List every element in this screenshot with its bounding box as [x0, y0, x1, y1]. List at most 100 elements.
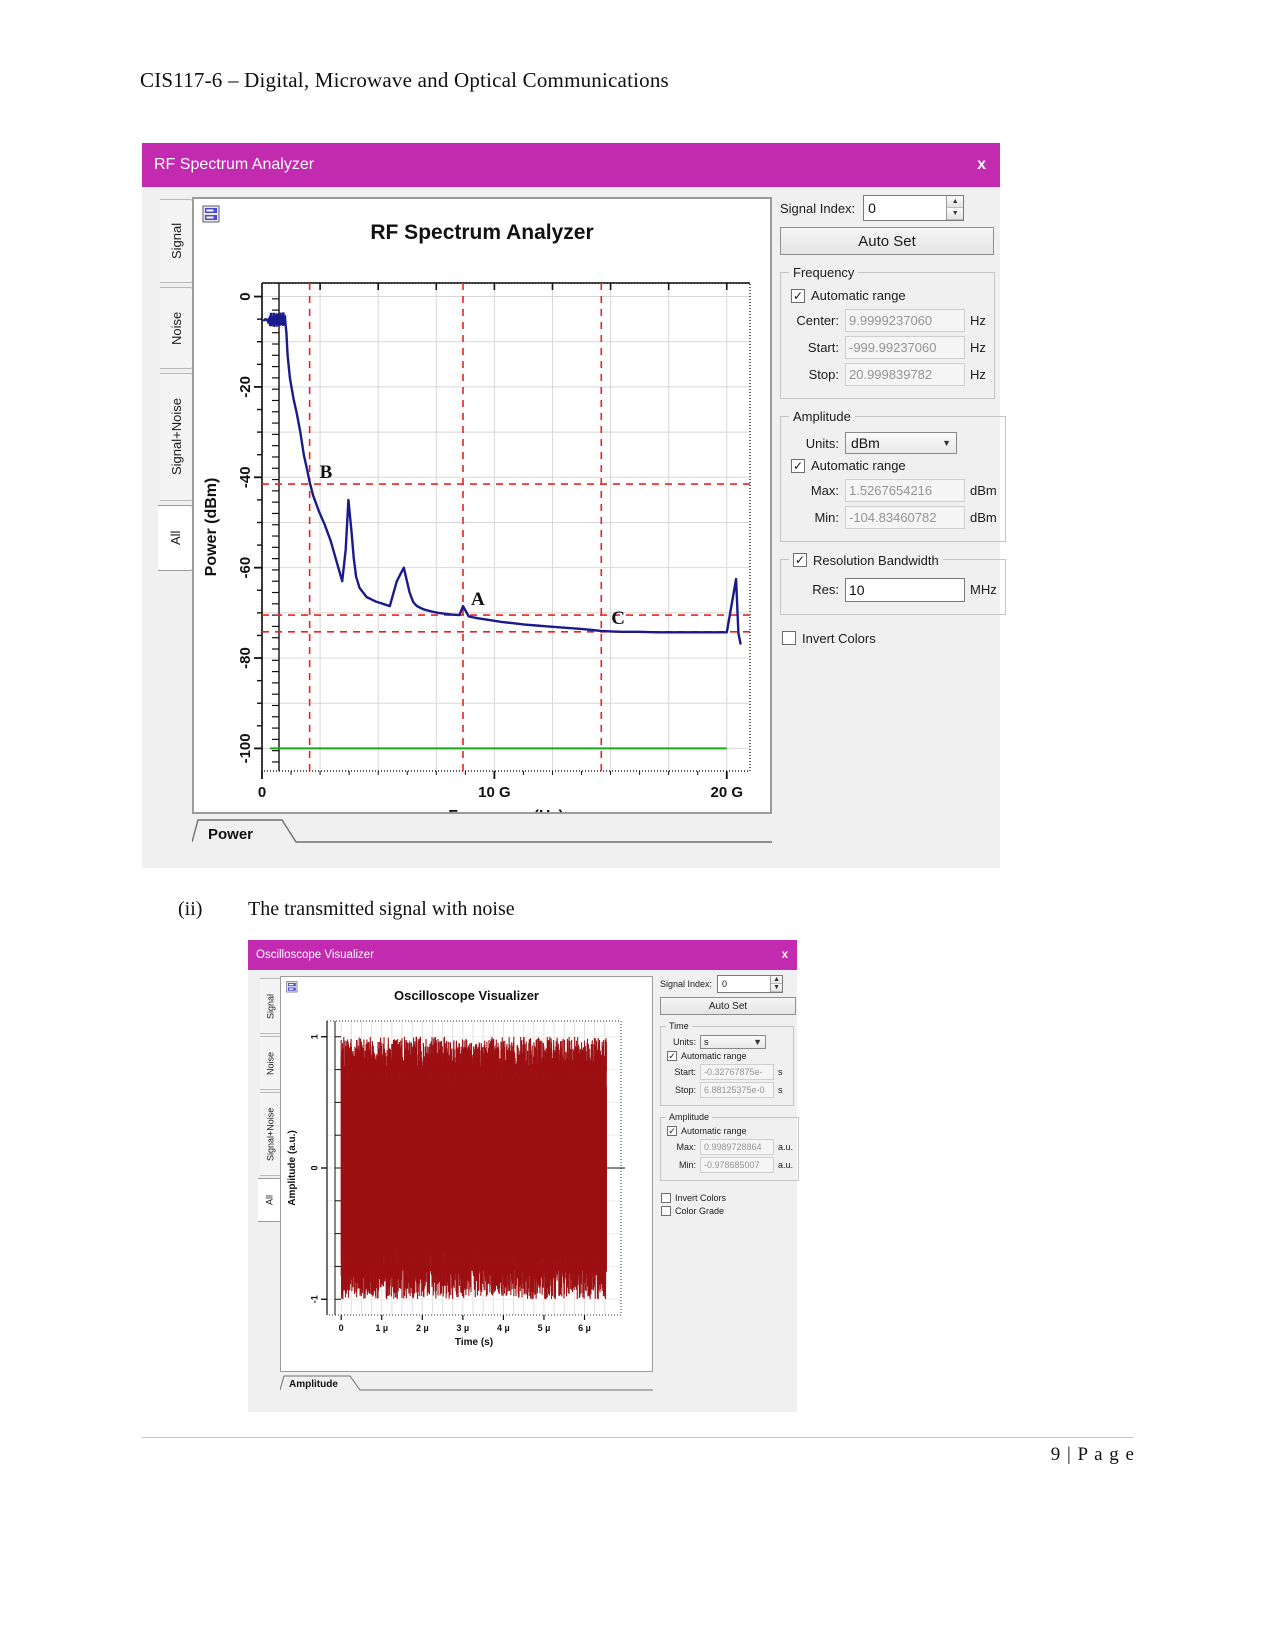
power-tab[interactable]: Power — [192, 814, 772, 844]
amplitude-auto-range-checkbox[interactable]: ✓ Automatic range — [791, 458, 997, 473]
svg-text:4 µ: 4 µ — [497, 1323, 510, 1333]
start-input[interactable] — [845, 336, 965, 359]
stop-input[interactable] — [845, 363, 965, 386]
start-label: Start: — [807, 340, 839, 355]
min-input[interactable] — [845, 506, 965, 529]
sidebar-item-all[interactable]: All — [158, 505, 194, 571]
sidebar-item-label: Signal+Noise — [265, 1107, 276, 1161]
svg-text:0: 0 — [258, 784, 266, 801]
checkbox-label: Automatic range — [811, 288, 906, 303]
checkbox-box[interactable] — [661, 1193, 671, 1203]
checkbox-box[interactable]: ✓ — [791, 458, 805, 473]
osc-window-title: Oscilloscope Visualizer — [256, 949, 375, 961]
close-icon[interactable]: x — [977, 156, 986, 174]
stop-unit: s — [778, 1085, 783, 1095]
caption-number: (ii) — [178, 898, 203, 920]
checkbox-box[interactable] — [661, 1206, 671, 1216]
sidebar-item-all[interactable]: All — [258, 1178, 282, 1222]
svg-text:-100: -100 — [237, 733, 254, 763]
units-label: Units: — [805, 435, 839, 451]
osc-color-grade-checkbox[interactable]: Color Grade — [661, 1206, 794, 1216]
spinner-down-icon[interactable]: ▼ — [947, 208, 964, 220]
sidebar-item-label: Signal — [265, 993, 276, 1019]
res-label: Res: — [812, 582, 839, 597]
resolution-bandwidth-group: ✓ Resolution Bandwidth Res: MHz — [780, 552, 1006, 615]
max-input[interactable] — [700, 1139, 774, 1155]
max-input[interactable] — [845, 479, 965, 502]
frequency-auto-range-checkbox[interactable]: ✓ Automatic range — [791, 288, 986, 303]
signal-index-input[interactable] — [718, 976, 771, 992]
max-unit: dBm — [970, 483, 997, 498]
res-input[interactable] — [845, 577, 965, 602]
center-input[interactable] — [845, 309, 965, 332]
checkbox-box[interactable] — [782, 631, 796, 645]
min-label: Min: — [814, 510, 839, 525]
checkbox-box[interactable]: ✓ — [667, 1126, 677, 1136]
svg-text:Frequency (Hz): Frequency (Hz) — [448, 808, 564, 812]
oscilloscope-visualizer-window: Oscilloscope Visualizer x Signal Noise S… — [248, 940, 800, 1412]
units-select[interactable]: s ▼ — [700, 1035, 766, 1049]
page-number: 9 | P a g e — [1050, 1444, 1135, 1465]
caption-text: The transmitted signal with noise — [248, 898, 515, 920]
sidebar-item-signal-plus-noise[interactable]: Signal+Noise — [160, 373, 194, 501]
amplitude-tab[interactable]: Amplitude — [280, 1372, 653, 1392]
start-unit: s — [778, 1067, 783, 1077]
stop-unit: Hz — [970, 367, 986, 382]
footer-divider — [142, 1437, 1134, 1438]
stop-input[interactable] — [700, 1082, 774, 1098]
signal-index-stepper[interactable]: ▲ ▼ — [863, 195, 965, 221]
rf-invert-colors-checkbox[interactable]: Invert Colors — [782, 631, 992, 646]
checkbox-label: Automatic range — [681, 1126, 747, 1136]
svg-text:-20: -20 — [237, 376, 254, 398]
osc-window-body: Signal Noise Signal+Noise All Oscillosco… — [248, 970, 800, 1412]
sidebar-item-label: Noise — [265, 1051, 276, 1075]
amplitude-max-field: Max: a.u. — [666, 1139, 793, 1155]
start-input[interactable] — [700, 1064, 774, 1080]
units-label: Units: — [672, 1037, 696, 1047]
spinner-buttons[interactable]: ▲ ▼ — [770, 976, 783, 992]
sidebar-item-noise[interactable]: Noise — [160, 287, 194, 369]
page-title: CIS117-6 – Digital, Microwave and Optica… — [140, 68, 669, 92]
time-start-field: Start: s — [666, 1064, 788, 1080]
close-icon[interactable]: x — [782, 949, 788, 961]
chevron-down-icon: ▼ — [753, 1037, 762, 1047]
amplitude-group: Amplitude Units: dBm ▼ ✓ Automatic range — [780, 409, 1006, 542]
units-select[interactable]: dBm ▼ — [845, 432, 957, 454]
rf-spectrum-chart: 0 -20 -40 -60 -80 -100 0 10 G 20 G Frequency (Hz)… — [203, 282, 751, 812]
resolution-bandwidth-checkbox[interactable]: ✓ — [793, 553, 807, 567]
auto-set-button[interactable]: Auto Set — [660, 997, 796, 1015]
sidebar-item-label: Signal — [169, 222, 184, 260]
signal-index-input[interactable] — [864, 196, 947, 220]
spinner-buttons[interactable]: ▲ ▼ — [946, 196, 964, 220]
sidebar-item-signal-plus-noise[interactable]: Signal+Noise — [260, 1092, 282, 1176]
sidebar-item-noise[interactable]: Noise — [260, 1036, 282, 1090]
stop-label: Stop: — [674, 1085, 696, 1095]
spinner-down-icon[interactable]: ▼ — [771, 984, 783, 992]
checkbox-box[interactable]: ✓ — [667, 1051, 677, 1061]
signal-index-stepper[interactable]: ▲ ▼ — [717, 975, 784, 993]
sidebar-item-signal[interactable]: Signal — [160, 199, 194, 283]
svg-text:0: 0 — [237, 292, 254, 300]
checkbox-box[interactable]: ✓ — [791, 288, 805, 303]
amplitude-auto-range-checkbox[interactable]: ✓ Automatic range — [667, 1126, 793, 1136]
rf-plot-frame: RF Spectrum Analyzer 0 -20 -40 -60 -80 -100 0 1… — [192, 197, 772, 814]
rf-window-title: RF Spectrum Analyzer — [154, 156, 315, 173]
sidebar-item-signal[interactable]: Signal — [260, 978, 282, 1034]
res-unit: MHz — [970, 582, 997, 597]
time-group: Time Units: s ▼ ✓ Automatic range Start: — [660, 1021, 794, 1106]
checkbox-label: Color Grade — [675, 1206, 725, 1216]
amplitude-group-legend: Amplitude — [793, 409, 851, 424]
checkbox-label: Automatic range — [681, 1051, 747, 1061]
svg-text:C: C — [611, 608, 625, 629]
auto-set-button[interactable]: Auto Set — [780, 227, 994, 255]
spinner-up-icon[interactable]: ▲ — [771, 976, 783, 984]
min-input[interactable] — [700, 1157, 774, 1173]
stop-label: Stop: — [808, 367, 839, 382]
spinner-up-icon[interactable]: ▲ — [947, 196, 964, 208]
min-unit: dBm — [970, 510, 997, 525]
document-page: CIS117-6 – Digital, Microwave and Optica… — [0, 0, 1275, 1650]
resolution-group-legend: ✓ Resolution Bandwidth — [789, 552, 943, 568]
rf-spectrum-analyzer-window: RF Spectrum Analyzer x Signal Noise Sign… — [142, 143, 1006, 868]
osc-invert-colors-checkbox[interactable]: Invert Colors — [661, 1193, 794, 1203]
time-auto-range-checkbox[interactable]: ✓ Automatic range — [667, 1051, 788, 1061]
